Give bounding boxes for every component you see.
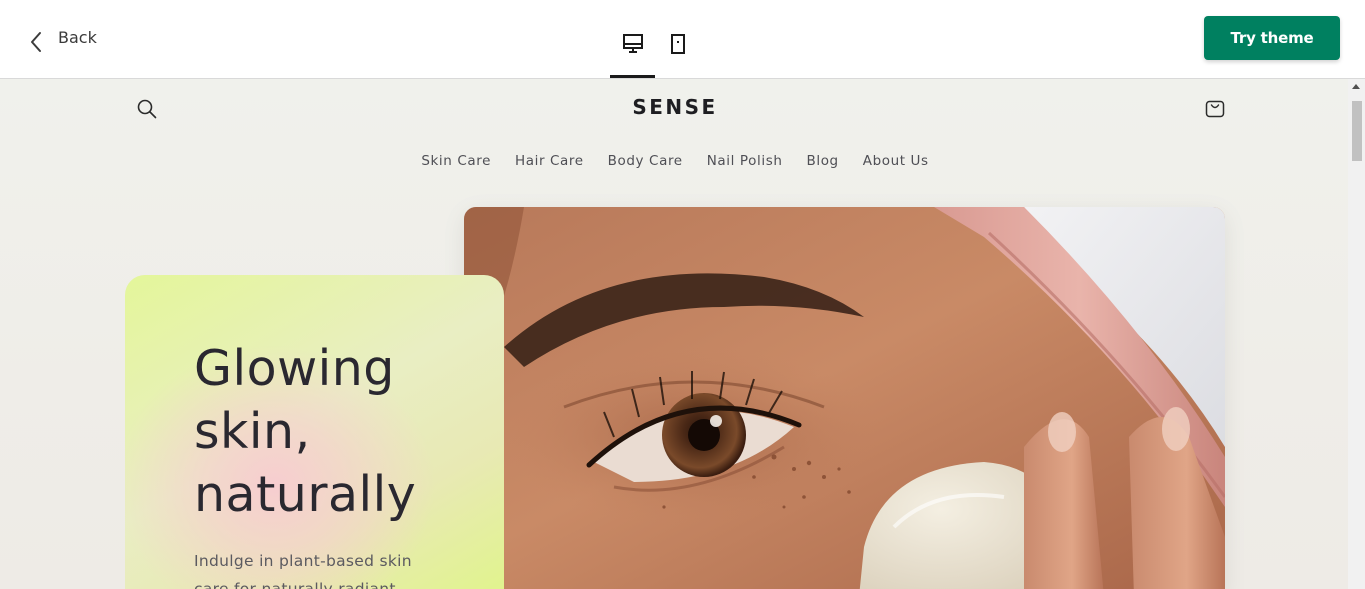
- hero-photo: [464, 207, 1225, 589]
- preview-toolbar: Back Try theme: [0, 0, 1365, 79]
- scrollbar[interactable]: [1348, 79, 1365, 589]
- main-menu: Skin Care Hair Care Body Care Nail Polis…: [0, 153, 1350, 169]
- hero-title-line-1: Glowing: [194, 340, 395, 397]
- hero-description: Indulge in plant-based skin care for nat…: [194, 552, 412, 589]
- store-logo[interactable]: SENSE: [0, 95, 1350, 119]
- theme-preview: SENSE Skin Care Hair Care Body Care Nail…: [0, 79, 1365, 589]
- desktop-view-button[interactable]: [610, 22, 655, 78]
- menu-item-nail-polish[interactable]: Nail Polish: [695, 153, 795, 169]
- menu-item-hair-care[interactable]: Hair Care: [503, 153, 596, 169]
- try-theme-button[interactable]: Try theme: [1204, 16, 1340, 60]
- scroll-up-arrow-icon[interactable]: [1352, 84, 1360, 89]
- back-button[interactable]: Back: [28, 22, 97, 58]
- scrollbar-thumb[interactable]: [1352, 101, 1362, 161]
- menu-item-body-care[interactable]: Body Care: [596, 153, 695, 169]
- hero-title-line-2: skin,: [194, 403, 311, 460]
- mobile-icon: [670, 34, 685, 54]
- menu-item-blog[interactable]: Blog: [794, 153, 850, 169]
- device-switcher: [610, 22, 700, 78]
- chevron-left-icon: [31, 32, 41, 52]
- mobile-view-button[interactable]: [655, 22, 700, 78]
- hero-card: Glowing skin, naturally Indulge in plant-b…: [125, 275, 504, 589]
- hero-title: Glowing skin, naturally: [194, 337, 494, 526]
- back-label: Back: [58, 28, 97, 47]
- hero-image: [464, 207, 1225, 589]
- desktop-icon: [622, 34, 643, 53]
- menu-item-skin-care[interactable]: Skin Care: [409, 153, 503, 169]
- menu-item-about-us[interactable]: About Us: [851, 153, 941, 169]
- hero-title-line-3: naturally: [194, 466, 417, 523]
- cart-icon[interactable]: [1204, 97, 1226, 119]
